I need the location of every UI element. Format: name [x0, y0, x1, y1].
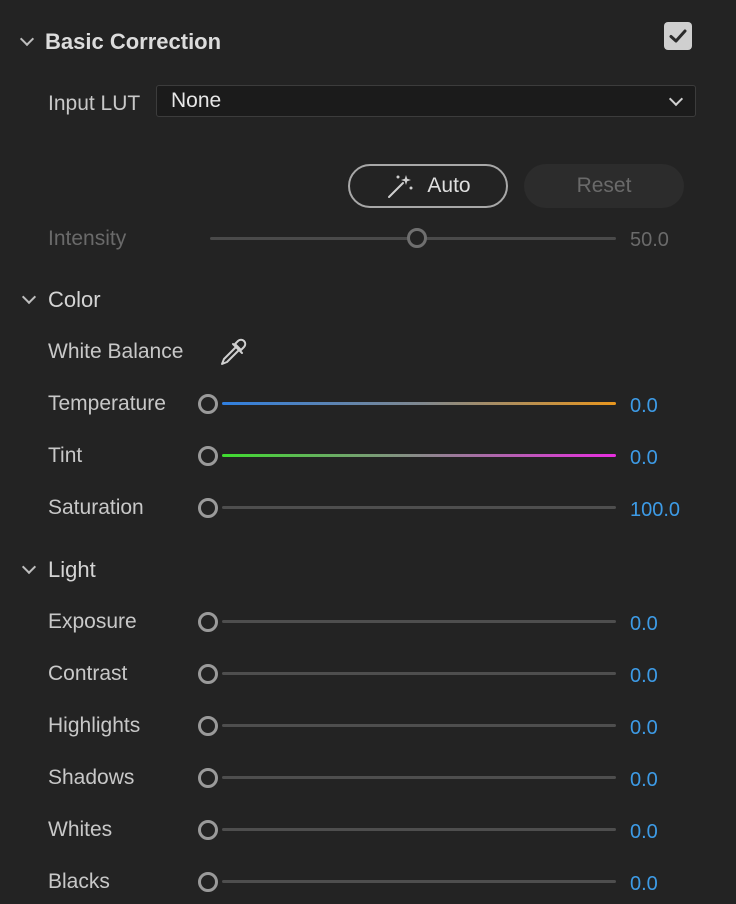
contrast-slider-track[interactable] — [222, 672, 616, 675]
contrast-label: Contrast — [48, 662, 128, 685]
tint-slider-track[interactable] — [222, 454, 616, 457]
intensity-slider-handle[interactable] — [407, 228, 427, 248]
highlights-label: Highlights — [48, 714, 141, 737]
exposure-slider-track[interactable] — [222, 620, 616, 623]
temperature-slider-track[interactable] — [222, 402, 616, 405]
highlights-value[interactable]: 0.0 — [630, 717, 658, 740]
blacks-slider-handle[interactable] — [198, 872, 218, 892]
exposure-slider-handle[interactable] — [198, 612, 218, 632]
input-lut-label: Input LUT — [48, 92, 141, 115]
temperature-label: Temperature — [48, 392, 166, 415]
tint-slider-handle[interactable] — [198, 446, 218, 466]
input-lut-dropdown[interactable]: None — [156, 85, 696, 117]
highlights-slider-handle[interactable] — [198, 716, 218, 736]
saturation-label: Saturation — [48, 496, 144, 519]
shadows-value[interactable]: 0.0 — [630, 769, 658, 792]
reset-button-label: Reset — [576, 174, 632, 197]
blacks-slider-track[interactable] — [222, 880, 616, 883]
reset-button[interactable]: Reset — [524, 164, 684, 208]
white-balance-label: White Balance — [48, 340, 184, 363]
section-title-light: Light — [48, 557, 96, 582]
tint-value[interactable]: 0.0 — [630, 447, 658, 470]
saturation-value[interactable]: 100.0 — [630, 499, 680, 522]
intensity-label: Intensity — [48, 227, 127, 250]
eyedropper-icon[interactable] — [216, 336, 250, 370]
highlights-slider-track[interactable] — [222, 724, 616, 727]
temperature-slider-handle[interactable] — [198, 394, 218, 414]
auto-button[interactable]: Auto — [348, 164, 508, 208]
magic-wand-icon — [388, 175, 413, 198]
shadows-slider-track[interactable] — [222, 776, 616, 779]
input-lut-value: None — [171, 89, 222, 112]
temperature-value[interactable]: 0.0 — [630, 395, 658, 418]
contrast-slider-handle[interactable] — [198, 664, 218, 684]
intensity-value[interactable]: 50.0 — [630, 229, 669, 252]
contrast-value[interactable]: 0.0 — [630, 665, 658, 688]
whites-slider-track[interactable] — [222, 828, 616, 831]
chevron-down-icon — [668, 91, 684, 107]
exposure-label: Exposure — [48, 610, 137, 633]
whites-label: Whites — [48, 818, 113, 841]
shadows-label: Shadows — [48, 766, 135, 789]
auto-button-label: Auto — [427, 174, 471, 197]
checkmark-icon — [669, 29, 687, 43]
enable-checkbox[interactable] — [664, 22, 692, 50]
tint-label: Tint — [48, 444, 83, 467]
whites-slider-handle[interactable] — [198, 820, 218, 840]
exposure-value[interactable]: 0.0 — [630, 613, 658, 636]
saturation-slider-handle[interactable] — [198, 498, 218, 518]
light-section-chevron-icon[interactable] — [21, 559, 37, 575]
color-section-chevron-icon[interactable] — [21, 289, 37, 305]
whites-value[interactable]: 0.0 — [630, 821, 658, 844]
saturation-slider-track[interactable] — [222, 506, 616, 509]
section-title-basic-correction: Basic Correction — [45, 29, 222, 54]
blacks-value[interactable]: 0.0 — [630, 873, 658, 896]
collapse-chevron-icon[interactable] — [19, 31, 35, 47]
shadows-slider-handle[interactable] — [198, 768, 218, 788]
blacks-label: Blacks — [48, 870, 110, 893]
section-title-color: Color — [48, 287, 101, 312]
